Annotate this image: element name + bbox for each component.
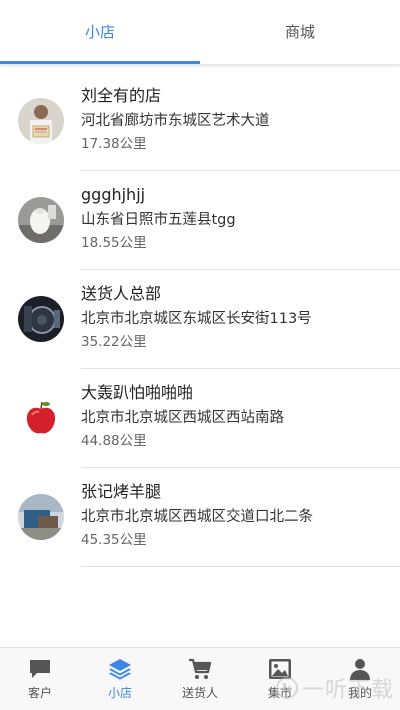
store-distance: 44.88公里	[81, 433, 147, 449]
layers-icon	[109, 659, 131, 680]
nav-item-delivery[interactable]: 送货人	[160, 648, 240, 710]
store-avatar	[18, 98, 64, 144]
store-name: ggghjhjj	[81, 185, 146, 204]
store-address: 北京市北京城区东城区长安街113号	[81, 311, 312, 327]
store-distance: 17.38公里	[81, 136, 147, 152]
cart-icon	[189, 658, 212, 679]
store-name: 送货人总部	[81, 284, 162, 303]
watermark-logo-icon	[275, 677, 298, 699]
watermark: 一听下载	[275, 672, 394, 704]
store-address: 北京市北京城区西城区西站南路	[81, 410, 284, 426]
store-avatar	[18, 296, 64, 342]
store-list-item[interactable]: ggghjhjj 山东省日照市五莲县tgg 18.55公里	[0, 171, 400, 270]
store-address: 北京市北京城区西城区交道口北二条	[81, 509, 313, 525]
store-address: 山东省日照市五莲县tgg	[81, 212, 236, 228]
nav-item-customers[interactable]: 客户	[0, 648, 80, 710]
nav-item-shop[interactable]: 小店	[80, 648, 160, 710]
tab-mall[interactable]: 商城	[200, 0, 400, 62]
store-avatar	[18, 494, 64, 540]
nav-label: 客户	[27, 686, 52, 700]
store-name: 刘全有的店	[81, 86, 162, 105]
top-tab-bar: 小店 商城	[0, 0, 400, 64]
store-address: 河北省廊坊市东城区艺术大道	[81, 113, 270, 129]
store-list-item[interactable]: 刘全有的店 河北省廊坊市东城区艺术大道 17.38公里	[0, 72, 400, 171]
store-name: 大轰趴怕啪啪啪	[81, 383, 194, 402]
nav-label: 小店	[107, 686, 132, 700]
store-distance: 35.22公里	[81, 334, 147, 350]
nav-label: 送货人	[181, 686, 218, 700]
store-avatar	[18, 395, 64, 441]
divider	[81, 566, 400, 567]
watermark-text: 一听下载	[301, 678, 394, 703]
store-distance: 18.55公里	[81, 235, 147, 251]
chat-bubble-icon	[30, 660, 50, 678]
store-name: 张记烤羊腿	[81, 482, 162, 501]
store-avatar	[18, 197, 64, 243]
store-list-item[interactable]: 大轰趴怕啪啪啪 北京市北京城区西城区西站南路 44.88公里	[0, 369, 400, 468]
store-list-item[interactable]: 张记烤羊腿 北京市北京城区西城区交道口北二条 45.35公里	[0, 468, 400, 567]
store-distance: 45.35公里	[81, 532, 147, 548]
store-list: 刘全有的店 河北省廊坊市东城区艺术大道 17.38公里 ggghjhjj 山东省…	[0, 72, 400, 567]
store-list-item[interactable]: 送货人总部 北京市北京城区东城区长安街113号 35.22公里	[0, 270, 400, 369]
tab-shop[interactable]: 小店	[0, 0, 200, 64]
